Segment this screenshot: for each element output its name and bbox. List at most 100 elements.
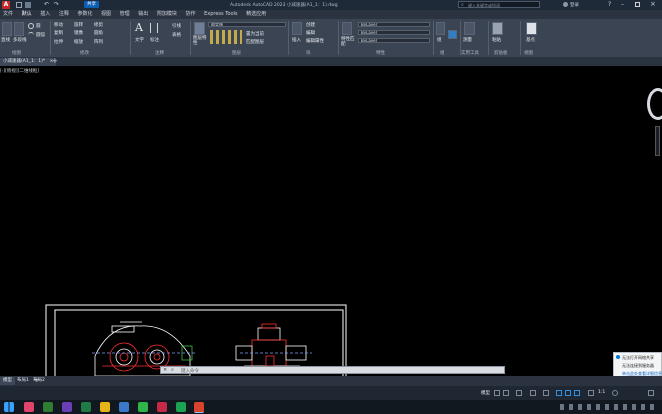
ortho-icon[interactable]	[516, 390, 522, 396]
create-block-button[interactable]: 创建	[306, 22, 315, 28]
customize-icon[interactable]	[648, 390, 654, 396]
polyline-button[interactable]	[14, 22, 24, 36]
taskbar-autocad-icon[interactable]	[194, 402, 204, 413]
taskbar-app-3-icon[interactable]	[119, 402, 129, 412]
tab-home[interactable]: 默认	[22, 10, 32, 19]
make-current-button[interactable]: 置为当前	[246, 31, 264, 37]
save-icon[interactable]	[25, 2, 31, 8]
snap-icon[interactable]	[503, 390, 509, 396]
tab-manage[interactable]: 管理	[120, 10, 130, 19]
tab-addins[interactable]: 附加模块	[157, 10, 177, 19]
app-logo[interactable]: A	[2, 1, 10, 9]
workspace-gear-icon[interactable]	[612, 390, 618, 396]
search-input[interactable]: ⌕ 键入关键字或短语	[458, 1, 540, 8]
windows-start-icon[interactable]	[4, 402, 14, 412]
model-space-toggle[interactable]: 模型	[481, 390, 490, 396]
search-icon: ⌕	[461, 2, 464, 8]
scale-button[interactable]: 缩放	[74, 39, 83, 45]
fillet-button[interactable]: 圆角	[94, 30, 103, 36]
taskbar-excel-icon[interactable]	[81, 402, 91, 412]
arc-label: 圆弧	[36, 33, 45, 38]
text-icon[interactable]: A	[135, 21, 143, 34]
undo-icon[interactable]: ↶	[44, 2, 50, 8]
layer-properties-label: 图层特性	[193, 36, 207, 46]
minimize-button[interactable]: –	[621, 1, 624, 8]
tab-annotate[interactable]: 注释	[59, 10, 69, 19]
tab-collaborate[interactable]: 协作	[185, 10, 195, 19]
arc-icon[interactable]	[28, 32, 34, 38]
taskbar-app-5-icon[interactable]	[176, 402, 186, 412]
close-button[interactable]: ×	[650, 0, 656, 8]
taskbar-app-1-icon[interactable]	[24, 402, 34, 412]
match-properties-button[interactable]	[342, 22, 352, 35]
layer-tools-icons[interactable]	[210, 30, 242, 44]
otrack-icon[interactable]	[556, 390, 562, 396]
group-button[interactable]	[436, 22, 445, 35]
document-tab[interactable]: 小减速器(A1_1：1)* ×	[0, 58, 57, 66]
tab-parametric[interactable]: 参数化	[77, 10, 92, 19]
layout-tab-model[interactable]: 模型	[0, 377, 15, 385]
table-button[interactable]: 表格	[172, 32, 181, 38]
annotation-visibility-icon[interactable]	[588, 390, 594, 396]
command-close-icon[interactable]: ×	[163, 367, 167, 373]
mirror-button[interactable]: 镜像	[74, 30, 83, 36]
osnap-icon[interactable]	[543, 390, 549, 396]
open-icon[interactable]	[16, 2, 22, 8]
circle-icon[interactable]	[28, 23, 34, 29]
taskbar-wechat-icon[interactable]	[138, 402, 148, 412]
grid-icon[interactable]	[494, 390, 500, 396]
annotation-scale[interactable]: 1:1	[598, 390, 605, 395]
tab-file[interactable]: 文件	[3, 10, 13, 19]
base-view-button[interactable]	[526, 22, 537, 35]
lineweight-combo[interactable]: ByLayer	[358, 38, 430, 43]
command-input-placeholder: 键入命令	[181, 369, 199, 374]
tab-express-tools[interactable]: Express Tools	[204, 10, 237, 19]
paste-button[interactable]	[492, 22, 503, 35]
tab-view[interactable]: 视图	[101, 10, 111, 19]
stretch-button[interactable]: 拉伸	[54, 39, 63, 45]
maximize-button[interactable]	[635, 2, 640, 7]
copy-button[interactable]: 复制	[54, 30, 63, 36]
move-button[interactable]: 移动	[54, 22, 63, 28]
color-combo[interactable]: ByLayer	[358, 22, 430, 27]
polyline-label: 多段线	[13, 38, 27, 43]
tab-output[interactable]: 输出	[138, 10, 148, 19]
lineweight-icon[interactable]	[565, 390, 571, 396]
trim-button[interactable]: 修剪	[94, 22, 103, 28]
transparency-icon[interactable]	[574, 390, 580, 396]
new-layout-button[interactable]: +	[34, 376, 40, 384]
leader-button[interactable]: 引线	[172, 23, 181, 29]
new-tab-button[interactable]: +	[52, 57, 58, 65]
rotate-button[interactable]: 旋转	[74, 22, 83, 28]
group-tools-button[interactable]	[448, 30, 457, 39]
insert-block-button[interactable]	[292, 22, 302, 35]
tab-insert[interactable]: 插入	[40, 10, 50, 19]
linetype-combo[interactable]: ByLayer	[358, 30, 430, 35]
cad-drawing	[45, 304, 347, 376]
edit-attributes-button[interactable]: 编辑属性	[306, 38, 324, 44]
taskbar-explorer-icon[interactable]	[100, 402, 110, 412]
redo-icon[interactable]: ↷	[54, 2, 60, 8]
user-icon[interactable]	[563, 2, 568, 7]
drawing-canvas[interactable]: [-][俯视][二维线框] × ⌕ 键入命令 无法打开网络共享 无法连接到服务器…	[0, 66, 662, 382]
polar-icon[interactable]	[530, 390, 536, 396]
share-button[interactable]: 共享	[84, 1, 99, 8]
line-button[interactable]	[2, 22, 12, 36]
system-tray[interactable]	[560, 404, 656, 410]
dimension-icon[interactable]	[150, 23, 158, 33]
sign-in-link[interactable]: 登录	[570, 2, 579, 8]
match-properties-label: 特性匹配	[341, 37, 355, 47]
layer-combo[interactable]: 粗实线	[208, 22, 286, 27]
match-layer-button[interactable]: 匹配图层	[246, 39, 264, 45]
taskbar-vs-icon[interactable]	[62, 402, 72, 412]
edit-block-button[interactable]: 编辑	[306, 30, 315, 36]
tab-featured-apps[interactable]: 精选应用	[246, 10, 266, 19]
taskbar-app-4-icon[interactable]	[157, 402, 167, 412]
layer-properties-button[interactable]	[194, 22, 205, 35]
help-icon[interactable]: ?	[608, 1, 611, 8]
taskbar-app-2-icon[interactable]	[43, 402, 53, 412]
measure-button[interactable]	[464, 22, 475, 35]
group-label: 组	[437, 38, 442, 43]
command-line[interactable]: × ⌕ 键入命令	[160, 366, 505, 374]
array-button[interactable]: 阵列	[94, 39, 103, 45]
